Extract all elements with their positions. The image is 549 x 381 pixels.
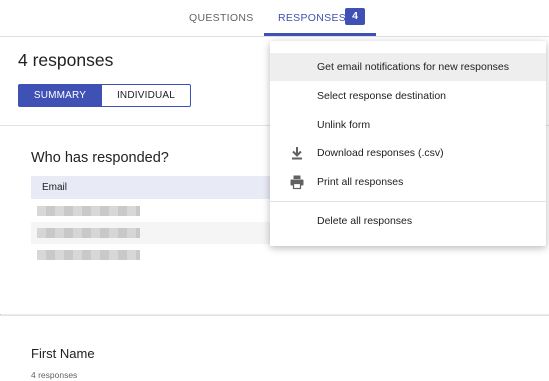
download-icon <box>289 145 305 161</box>
active-tab-indicator <box>264 33 376 36</box>
email-column-label: Email <box>42 182 68 193</box>
tab-responses[interactable]: RESPONSES <box>278 12 346 24</box>
responses-more-menu: Get email notifications for new response… <box>270 41 546 246</box>
print-icon <box>289 174 305 190</box>
menu-item-label: Select response destination <box>317 90 446 102</box>
question-response-count: 4 responses <box>31 370 78 380</box>
menu-item-label: Print all responses <box>317 176 404 188</box>
question-title: First Name <box>31 346 95 361</box>
table-row <box>31 244 530 266</box>
tab-questions[interactable]: QUESTIONS <box>189 12 254 24</box>
responses-count-title: 4 responses <box>18 50 114 70</box>
menu-item-unlink-form[interactable]: Unlink form <box>270 111 546 139</box>
menu-item-print[interactable]: Print all responses <box>270 168 546 196</box>
menu-divider <box>270 201 546 202</box>
menu-item-label: Unlink form <box>317 119 371 131</box>
menu-item-label: Delete all responses <box>317 215 413 227</box>
individual-toggle-button[interactable]: INDIVIDUAL <box>102 84 191 107</box>
top-tab-bar <box>0 0 549 37</box>
menu-item-download-csv[interactable]: Download responses (.csv) <box>270 139 546 167</box>
redacted-email <box>37 228 140 238</box>
menu-item-label: Download responses (.csv) <box>317 147 444 159</box>
menu-item-label: Get email notifications for new response… <box>317 61 510 73</box>
menu-item-delete-all[interactable]: Delete all responses <box>270 207 546 235</box>
redacted-email <box>37 250 140 260</box>
redacted-email <box>37 206 140 216</box>
menu-item-email-notifications[interactable]: Get email notifications for new response… <box>270 53 546 81</box>
response-count-badge: 4 <box>345 8 365 25</box>
menu-item-select-destination[interactable]: Select response destination <box>270 82 546 110</box>
who-responded-title: Who has responded? <box>31 150 169 166</box>
summary-toggle-button[interactable]: SUMMARY <box>18 84 102 107</box>
